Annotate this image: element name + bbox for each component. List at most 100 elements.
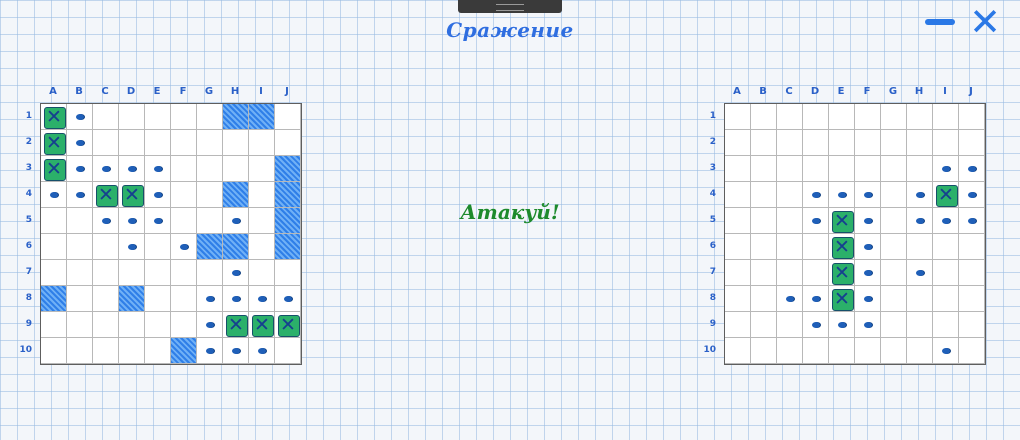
enemy-cell-empty[interactable] [907, 156, 933, 182]
enemy-cell-empty[interactable] [881, 312, 907, 338]
minimize-button[interactable] [925, 19, 955, 25]
enemy-cell-empty[interactable] [751, 260, 777, 286]
enemy-cell-empty[interactable] [959, 338, 985, 364]
enemy-cell-empty[interactable] [907, 286, 933, 312]
enemy-cell-empty[interactable] [829, 338, 855, 364]
enemy-cell-empty[interactable] [777, 208, 803, 234]
enemy-cell-empty[interactable] [777, 312, 803, 338]
enemy-cell-miss[interactable] [855, 312, 881, 338]
enemy-cell-empty[interactable] [777, 130, 803, 156]
enemy-cell-empty[interactable] [907, 338, 933, 364]
enemy-cell-hit[interactable] [829, 286, 855, 312]
enemy-cell-empty[interactable] [881, 234, 907, 260]
enemy-cell-empty[interactable] [959, 286, 985, 312]
enemy-cell-empty[interactable] [907, 234, 933, 260]
enemy-cell-miss[interactable] [855, 182, 881, 208]
enemy-cell-miss[interactable] [855, 286, 881, 312]
enemy-cell-empty[interactable] [751, 182, 777, 208]
enemy-cell-empty[interactable] [777, 182, 803, 208]
enemy-cell-empty[interactable] [829, 104, 855, 130]
enemy-cell-hit[interactable] [829, 208, 855, 234]
enemy-cell-empty[interactable] [907, 130, 933, 156]
enemy-cell-empty[interactable] [751, 156, 777, 182]
enemy-cell-empty[interactable] [959, 260, 985, 286]
enemy-cell-empty[interactable] [933, 260, 959, 286]
enemy-cell-empty[interactable] [725, 260, 751, 286]
enemy-cell-empty[interactable] [881, 338, 907, 364]
enemy-cell-empty[interactable] [725, 130, 751, 156]
enemy-cell-miss[interactable] [959, 156, 985, 182]
enemy-cell-miss[interactable] [933, 208, 959, 234]
enemy-cell-empty[interactable] [855, 130, 881, 156]
enemy-cell-hit[interactable] [829, 234, 855, 260]
enemy-cell-miss[interactable] [803, 312, 829, 338]
enemy-cell-empty[interactable] [725, 156, 751, 182]
enemy-cell-miss[interactable] [907, 182, 933, 208]
enemy-cell-empty[interactable] [725, 182, 751, 208]
enemy-cell-empty[interactable] [777, 104, 803, 130]
enemy-cell-empty[interactable] [959, 104, 985, 130]
enemy-cell-empty[interactable] [751, 286, 777, 312]
enemy-cell-empty[interactable] [855, 338, 881, 364]
enemy-cell-miss[interactable] [803, 286, 829, 312]
enemy-cell-miss[interactable] [803, 182, 829, 208]
enemy-cell-miss[interactable] [907, 260, 933, 286]
enemy-cell-empty[interactable] [907, 312, 933, 338]
enemy-cell-empty[interactable] [881, 286, 907, 312]
enemy-cell-empty[interactable] [803, 156, 829, 182]
enemy-cell-miss[interactable] [855, 260, 881, 286]
enemy-cell-empty[interactable] [803, 338, 829, 364]
enemy-cell-empty[interactable] [777, 234, 803, 260]
enemy-cell-miss[interactable] [933, 156, 959, 182]
enemy-cell-empty[interactable] [751, 312, 777, 338]
enemy-cell-miss[interactable] [855, 208, 881, 234]
enemy-cell-hit[interactable] [933, 182, 959, 208]
enemy-cell-empty[interactable] [881, 208, 907, 234]
enemy-cell-empty[interactable] [881, 130, 907, 156]
enemy-cell-empty[interactable] [725, 104, 751, 130]
enemy-cell-empty[interactable] [829, 156, 855, 182]
enemy-cell-empty[interactable] [855, 156, 881, 182]
enemy-cell-hit[interactable] [829, 260, 855, 286]
enemy-cell-empty[interactable] [933, 130, 959, 156]
enemy-cell-empty[interactable] [751, 208, 777, 234]
enemy-cell-miss[interactable] [855, 234, 881, 260]
enemy-cell-miss[interactable] [777, 286, 803, 312]
enemy-cell-empty[interactable] [803, 130, 829, 156]
enemy-cell-empty[interactable] [881, 182, 907, 208]
enemy-cell-empty[interactable] [803, 104, 829, 130]
enemy-cell-empty[interactable] [959, 130, 985, 156]
enemy-cell-miss[interactable] [959, 182, 985, 208]
enemy-cell-empty[interactable] [933, 286, 959, 312]
enemy-cell-miss[interactable] [959, 208, 985, 234]
enemy-cell-empty[interactable] [777, 156, 803, 182]
enemy-cell-empty[interactable] [751, 338, 777, 364]
enemy-cell-empty[interactable] [777, 260, 803, 286]
enemy-cell-empty[interactable] [725, 234, 751, 260]
enemy-cell-empty[interactable] [803, 234, 829, 260]
enemy-cell-empty[interactable] [959, 234, 985, 260]
enemy-cell-empty[interactable] [959, 312, 985, 338]
enemy-cell-miss[interactable] [829, 182, 855, 208]
enemy-cell-empty[interactable] [933, 312, 959, 338]
enemy-cell-empty[interactable] [803, 260, 829, 286]
enemy-cell-empty[interactable] [855, 104, 881, 130]
enemy-cell-empty[interactable] [725, 286, 751, 312]
enemy-cell-empty[interactable] [881, 260, 907, 286]
enemy-cell-empty[interactable] [829, 130, 855, 156]
enemy-cell-miss[interactable] [803, 208, 829, 234]
enemy-cell-empty[interactable] [725, 312, 751, 338]
enemy-cell-empty[interactable] [907, 104, 933, 130]
enemy-cell-empty[interactable] [881, 104, 907, 130]
enemy-cell-empty[interactable] [725, 208, 751, 234]
enemy-cell-empty[interactable] [933, 104, 959, 130]
enemy-cell-miss[interactable] [829, 312, 855, 338]
enemy-cell-empty[interactable] [751, 130, 777, 156]
enemy-cell-empty[interactable] [881, 156, 907, 182]
enemy-cell-empty[interactable] [777, 338, 803, 364]
window-drag-handle[interactable] [458, 0, 562, 13]
enemy-cell-miss[interactable] [933, 338, 959, 364]
enemy-cell-miss[interactable] [907, 208, 933, 234]
enemy-cell-empty[interactable] [751, 234, 777, 260]
enemy-cell-empty[interactable] [751, 104, 777, 130]
